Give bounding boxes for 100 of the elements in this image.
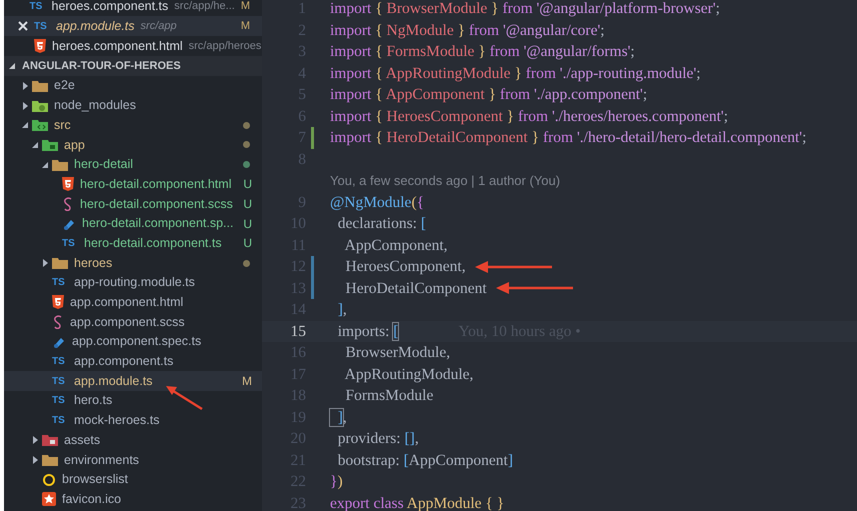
- code-line: AppComponent,: [344, 236, 448, 256]
- status-dot: [243, 141, 250, 148]
- code-line: declarations: [: [336, 214, 426, 234]
- image-folder-icon: [42, 434, 58, 446]
- code-line: import { HeroDetailComponent } from './hero-detail/hero-detail.component';: [330, 128, 806, 148]
- file-name: app: [64, 136, 85, 154]
- tree-item[interactable]: hero-detail.component.html U: [4, 174, 262, 194]
- file-name: hero-detail: [74, 156, 134, 174]
- html-file-icon: [52, 295, 64, 310]
- code-line: HeroesComponent,: [344, 257, 466, 278]
- code-line: import { NgModule } from '@angular/core';: [330, 20, 605, 41]
- typescript-icon: TS: [62, 236, 78, 251]
- code-line: imports: [: [336, 322, 398, 342]
- tree-item[interactable]: app: [4, 135, 262, 155]
- file-name: app.module.ts: [56, 18, 135, 35]
- tree-item[interactable]: TS app-routing.module.ts: [4, 272, 262, 293]
- tree-item[interactable]: browserslist: [4, 470, 262, 490]
- code-line: FormsModule: [344, 386, 434, 406]
- collapsed-icon: [22, 82, 28, 90]
- status-dot: [243, 260, 250, 267]
- file-name: e2e: [54, 77, 75, 94]
- file-name: app.component.spec.ts: [72, 333, 202, 350]
- file-name: src: [54, 116, 71, 134]
- code-line: import { AppComponent } from './app.component';: [330, 85, 648, 106]
- scss-file-icon: [62, 196, 74, 211]
- code-line: providers: [],: [336, 429, 419, 450]
- html-file-icon: [62, 177, 74, 192]
- file-name: app-routing.module.ts: [74, 274, 195, 292]
- tree-item[interactable]: TS hero-detail.component.ts U: [4, 234, 262, 254]
- code-line: import { FormsModule } from '@angular/forms';: [330, 42, 635, 62]
- tree-item[interactable]: hero-detail: [4, 154, 262, 174]
- tree-item[interactable]: node_modules: [4, 96, 262, 116]
- typescript-icon: TS: [34, 18, 50, 34]
- file-name: environments: [64, 452, 140, 469]
- file-path: src/app/heroes: [188, 38, 262, 54]
- tree-item[interactable]: TS hero.ts: [4, 391, 262, 411]
- file-name: hero-detail.component.html: [80, 176, 232, 193]
- file-name: app.module.ts: [74, 372, 153, 390]
- typescript-icon: TS: [52, 393, 68, 408]
- tree-item[interactable]: heroes: [4, 253, 262, 273]
- explorer-title: ANGULAR-TOUR-OF-HEROES: [22, 58, 181, 74]
- tree-item[interactable]: app.component.spec.ts: [4, 332, 262, 352]
- typescript-icon: TS: [52, 275, 68, 290]
- tree-item[interactable]: hero-detail.component.sp... U: [4, 214, 262, 234]
- file-path: src/app: [140, 18, 177, 34]
- open-editor-tab[interactable]: heroes.component.html src/app/heroes: [4, 36, 262, 56]
- git-status-label: M: [240, 18, 250, 34]
- status-dot: [243, 122, 250, 129]
- typescript-icon: TS: [52, 354, 68, 369]
- file-name: favicon.ico: [62, 490, 122, 508]
- code-line: import { BrowserModule } from '@angular/platform-browser';: [330, 0, 720, 20]
- tree-item[interactable]: e2e: [4, 76, 262, 96]
- tree-item[interactable]: TS app.module.ts M: [4, 371, 262, 391]
- git-status-label: U: [243, 216, 252, 233]
- code-folder-icon: [32, 119, 48, 132]
- code-line: import { HeroesComponent } from './heroes/heroes.component';: [330, 106, 728, 127]
- file-name: hero-detail.component.sp...: [82, 215, 234, 232]
- file-name: heroes.component.ts: [52, 0, 168, 15]
- code-line: import { AppRoutingModule } from './app-routing.module';: [330, 64, 701, 84]
- code-line: bootstrap: [AppComponent]: [336, 450, 513, 471]
- scss-file-icon: [52, 315, 64, 330]
- folder-icon: [42, 138, 58, 151]
- code-line: AppRoutingModule,: [344, 364, 474, 385]
- expanded-icon: [8, 62, 16, 70]
- collapsed-icon: [32, 456, 38, 464]
- tree-item[interactable]: hero-detail.component.scss U: [4, 194, 262, 214]
- code-line: ],: [336, 300, 347, 320]
- folder-icon: [32, 80, 48, 92]
- tree-item[interactable]: favicon.ico: [4, 489, 262, 510]
- collapsed-icon: [42, 259, 48, 268]
- git-status-label: U: [243, 176, 252, 194]
- file-name: browserslist: [62, 471, 128, 488]
- close-icon[interactable]: [18, 21, 28, 31]
- collapsed-icon: [32, 436, 38, 444]
- file-name: hero-detail.component.scss: [80, 196, 233, 213]
- expanded-icon: [42, 160, 48, 169]
- circle-icon: [42, 472, 56, 487]
- open-editor-tab[interactable]: TS heroes.component.ts src/app/he... M: [4, 0, 262, 16]
- line-number: 15: [290, 322, 306, 342]
- tree-item[interactable]: src: [4, 115, 262, 136]
- expanded-icon: [22, 121, 28, 130]
- tree-item[interactable]: TS app.component.ts: [4, 352, 262, 372]
- open-editor-tab[interactable]: TS app.module.ts src/app M: [4, 16, 262, 36]
- folder-icon: [32, 100, 48, 112]
- file-path: src/app/he...: [174, 0, 235, 14]
- folder-icon: [52, 257, 68, 270]
- tree-item[interactable]: app.component.html: [4, 292, 262, 312]
- code-line: }): [330, 472, 343, 492]
- expanded-icon: [32, 140, 38, 149]
- tree-item[interactable]: app.component.scss: [4, 312, 262, 332]
- tree-item[interactable]: environments: [4, 450, 262, 470]
- code-line: @NgModule({: [330, 192, 424, 213]
- git-status-label: U: [243, 235, 252, 252]
- tree-item[interactable]: TS mock-heroes.ts: [4, 410, 262, 430]
- explorer-header[interactable]: ANGULAR-TOUR-OF-HEROES: [4, 56, 262, 76]
- tree-item[interactable]: assets: [4, 430, 262, 450]
- star-icon: [42, 492, 56, 506]
- typescript-icon: TS: [52, 413, 68, 428]
- html-file-icon: [34, 39, 46, 53]
- folder-icon: [52, 158, 68, 171]
